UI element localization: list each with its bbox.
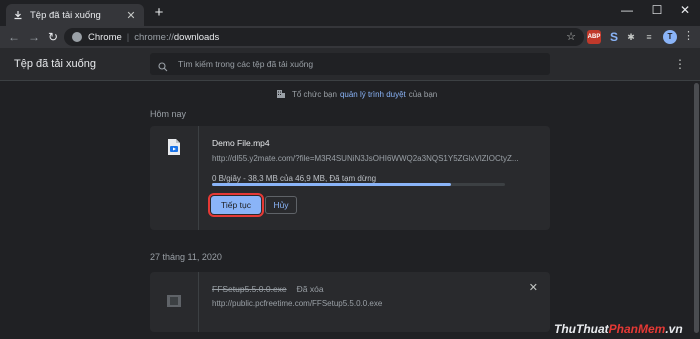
download-item: FFSetup5.5.0.0.exe Đã xóa http://public.p… bbox=[150, 272, 550, 332]
search-box[interactable] bbox=[150, 53, 550, 75]
bookmark-star-icon[interactable]: ☆ bbox=[566, 30, 576, 43]
tab-title: Tệp đã tải xuống bbox=[30, 9, 101, 21]
progress-fill bbox=[212, 183, 452, 186]
card-divider bbox=[198, 272, 199, 332]
address-bar[interactable]: Chrome | chrome:// downloads ☆ bbox=[64, 28, 584, 46]
omnibox-site: Chrome bbox=[88, 31, 122, 43]
tab-close-icon[interactable]: ✕ bbox=[124, 9, 138, 22]
browser-menu-icon[interactable]: ⋮ bbox=[683, 29, 694, 42]
window-close-button[interactable]: ✕ bbox=[670, 3, 700, 17]
date-header: 27 tháng 11, 2020 bbox=[150, 252, 222, 262]
removed-file-icon bbox=[167, 294, 181, 310]
new-tab-button[interactable]: + bbox=[151, 5, 167, 22]
building-icon bbox=[276, 89, 286, 99]
back-button[interactable]: ← bbox=[6, 29, 22, 45]
watermark-part: ThuThuat bbox=[554, 322, 609, 336]
card-divider bbox=[198, 126, 199, 230]
download-status: 0 B/giây - 38,3 MB của 46,9 MB, Đã tạm d… bbox=[212, 174, 377, 183]
file-name[interactable]: Demo File.mp4 bbox=[212, 138, 270, 148]
download-item: Demo File.mp4 http://dl55.y2mate.com/?fi… bbox=[150, 126, 550, 230]
file-url[interactable]: http://public.pcfreetime.com/FFSetup5.5.… bbox=[212, 299, 382, 308]
watermark: ThuThuatPhanMem.vn bbox=[554, 322, 683, 336]
tab-downloads[interactable]: Tệp đã tải xuống ✕ bbox=[6, 4, 144, 26]
browser-toolbar: ← → ↻ Chrome | chrome:// downloads ☆ ABP… bbox=[0, 26, 700, 48]
resume-button[interactable]: Tiếp tục bbox=[208, 193, 264, 217]
managed-notice: Tổ chức bạn quản lý trình duyệt của bạn bbox=[276, 89, 437, 99]
downloads-header: Tệp đã tải xuống ⋮ bbox=[0, 48, 700, 81]
extensions-puzzle-icon[interactable]: ✱ bbox=[624, 30, 638, 44]
page-title: Tệp đã tải xuống bbox=[14, 58, 96, 70]
video-file-icon bbox=[167, 139, 181, 155]
watermark-part: .vn bbox=[665, 322, 683, 336]
managed-suffix: của bạn bbox=[408, 89, 438, 99]
minimize-button[interactable]: — bbox=[612, 3, 642, 17]
file-name-row: FFSetup5.5.0.0.exe Đã xóa bbox=[212, 284, 324, 294]
omnibox-path: downloads bbox=[173, 31, 220, 43]
forward-button[interactable]: → bbox=[26, 29, 42, 45]
search-icon bbox=[158, 59, 168, 72]
download-icon bbox=[12, 9, 24, 21]
omnibox-scheme: chrome:// bbox=[134, 31, 174, 43]
watermark-part: PhanMem bbox=[608, 322, 666, 336]
tab-strip: Tệp đã tải xuống ✕ + — ☐ ✕ bbox=[0, 0, 700, 26]
adblock-extension-icon[interactable]: ABP bbox=[587, 30, 601, 44]
remove-from-list-icon[interactable]: ✕ bbox=[529, 281, 538, 294]
chrome-icon bbox=[72, 32, 82, 42]
file-url[interactable]: http://dl55.y2mate.com/?file=M3R4SUNiN3J… bbox=[212, 154, 519, 163]
cancel-button[interactable]: Hủy bbox=[265, 196, 297, 214]
profile-avatar[interactable]: T bbox=[663, 30, 677, 44]
search-input[interactable] bbox=[178, 59, 550, 69]
managed-prefix: Tổ chức bạn bbox=[292, 89, 337, 99]
progress-bar bbox=[212, 183, 505, 186]
maximize-button[interactable]: ☐ bbox=[642, 3, 672, 17]
reload-button[interactable]: ↻ bbox=[45, 29, 61, 45]
s-extension-icon[interactable]: S bbox=[607, 30, 621, 44]
removed-label: Đã xóa bbox=[296, 284, 324, 294]
managed-link[interactable]: quản lý trình duyệt bbox=[340, 90, 406, 99]
scrollbar[interactable] bbox=[693, 81, 700, 339]
downloads-menu-icon[interactable]: ⋮ bbox=[674, 57, 686, 71]
scrollbar-thumb[interactable] bbox=[694, 83, 699, 333]
omnibox-separator: | bbox=[126, 31, 130, 43]
date-header: Hôm nay bbox=[150, 109, 187, 119]
file-name: FFSetup5.5.0.0.exe bbox=[212, 284, 287, 294]
reading-list-icon[interactable]: ≡ bbox=[642, 30, 656, 44]
